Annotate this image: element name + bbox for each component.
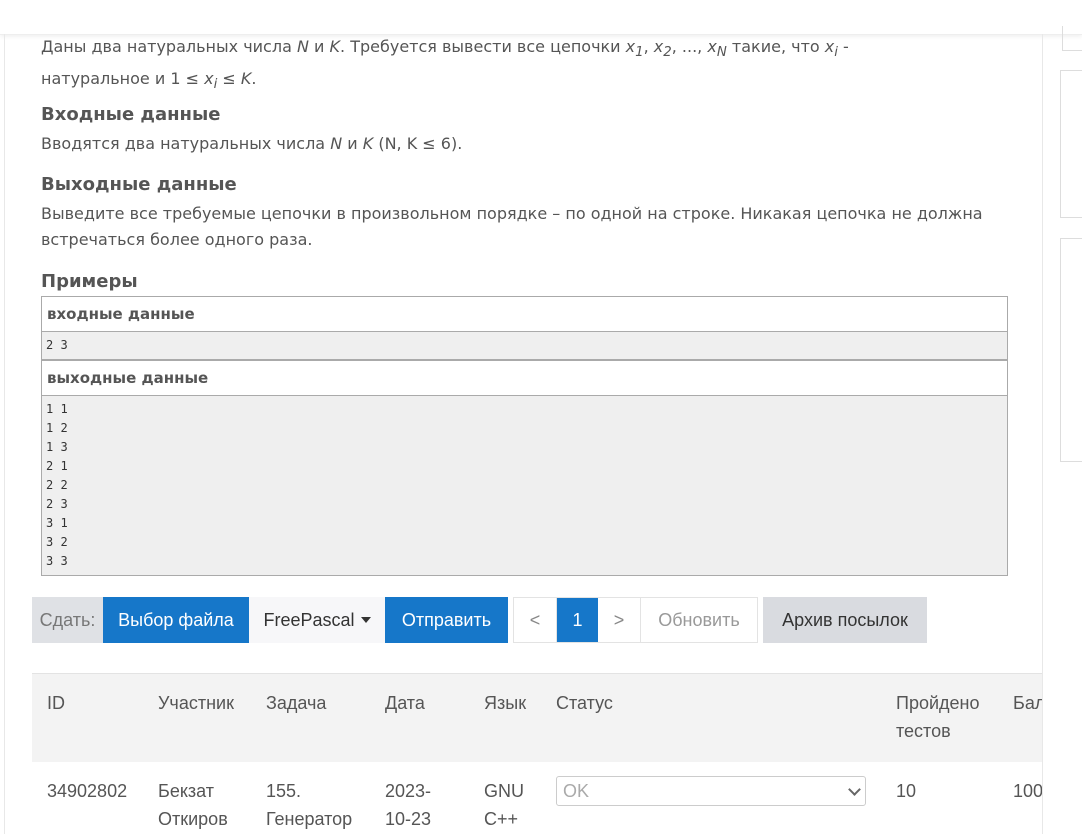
status-value: OK [563, 781, 590, 801]
sidebar-panel [1062, 26, 1082, 51]
status-select[interactable]: OK [556, 776, 866, 806]
submit-toolbar: Сдать: Выбор файла FreePascal Отправить … [32, 597, 927, 643]
cell-score: 100 [1013, 781, 1042, 801]
top-navbar [0, 0, 1082, 35]
problem-statement: Даны два натуральных числа N и K. Требуе… [41, 37, 849, 93]
sample-input-title: входные данные [42, 297, 1007, 332]
col-tests: Пройдено [896, 693, 980, 713]
send-button[interactable]: Отправить [385, 597, 508, 643]
pagination: < 1 > Обновить [513, 597, 758, 643]
sidebar-panel [1060, 70, 1082, 218]
col-score: Бал [1013, 693, 1042, 713]
col-date: Дата [385, 693, 425, 713]
chevron-down-icon [848, 783, 861, 796]
col-language: Язык [484, 693, 527, 713]
cell-language-line2: C++ [484, 809, 519, 829]
submit-label: Сдать: [32, 597, 103, 643]
content-border [1042, 34, 1043, 834]
language-dropdown[interactable]: FreePascal [249, 597, 385, 643]
sample-output-title: выходные данные [42, 361, 1007, 396]
prev-page-button[interactable]: < [514, 598, 557, 642]
col-tests-line2: тестов [896, 721, 951, 741]
sample-input: входные данные 2 3 [41, 296, 1008, 360]
sidebar-panel [1060, 238, 1082, 462]
archive-button[interactable]: Архив посылок [763, 597, 927, 643]
cell-user-line2: Откиров [158, 809, 228, 829]
examples-heading: Примеры [41, 271, 138, 292]
cell-problem-line2[interactable]: Генератор [266, 805, 352, 833]
sample-output-text: 1 1 1 2 1 3 2 1 2 2 2 3 3 1 3 2 3 3 [42, 396, 1007, 575]
content-border [4, 34, 5, 834]
col-user: Участник [158, 693, 234, 713]
refresh-button[interactable]: Обновить [641, 598, 757, 642]
choose-file-button[interactable]: Выбор файла [103, 597, 249, 643]
cell-id[interactable]: 34902802 [47, 777, 127, 805]
cell-user: Бекзат [158, 781, 215, 801]
cell-date-line2: 10-23 [385, 809, 432, 829]
language-label: FreePascal [263, 610, 355, 630]
col-id: ID [47, 693, 65, 713]
page-1-button[interactable]: 1 [557, 598, 598, 642]
cell-tests: 10 [896, 781, 917, 801]
cell-date: 2023- [385, 781, 432, 801]
caret-down-icon [360, 616, 371, 623]
output-heading: Выходные данные [41, 174, 237, 195]
cell-problem[interactable]: 155. [266, 777, 301, 805]
sample-input-text: 2 3 [42, 332, 1007, 359]
col-status: Статус [556, 693, 613, 713]
input-description: Вводятся два натуральных числа N и K (N,… [41, 134, 463, 153]
input-heading: Входные данные [41, 104, 221, 125]
col-problem: Задача [266, 693, 327, 713]
cell-language: GNU [484, 781, 524, 801]
sample-output: выходные данные 1 1 1 2 1 3 2 1 2 2 2 3 … [41, 360, 1008, 576]
next-page-button[interactable]: > [598, 598, 641, 642]
output-description: Выведите все требуемые цепочки в произво… [41, 204, 983, 249]
submissions-table-header [32, 673, 1042, 762]
